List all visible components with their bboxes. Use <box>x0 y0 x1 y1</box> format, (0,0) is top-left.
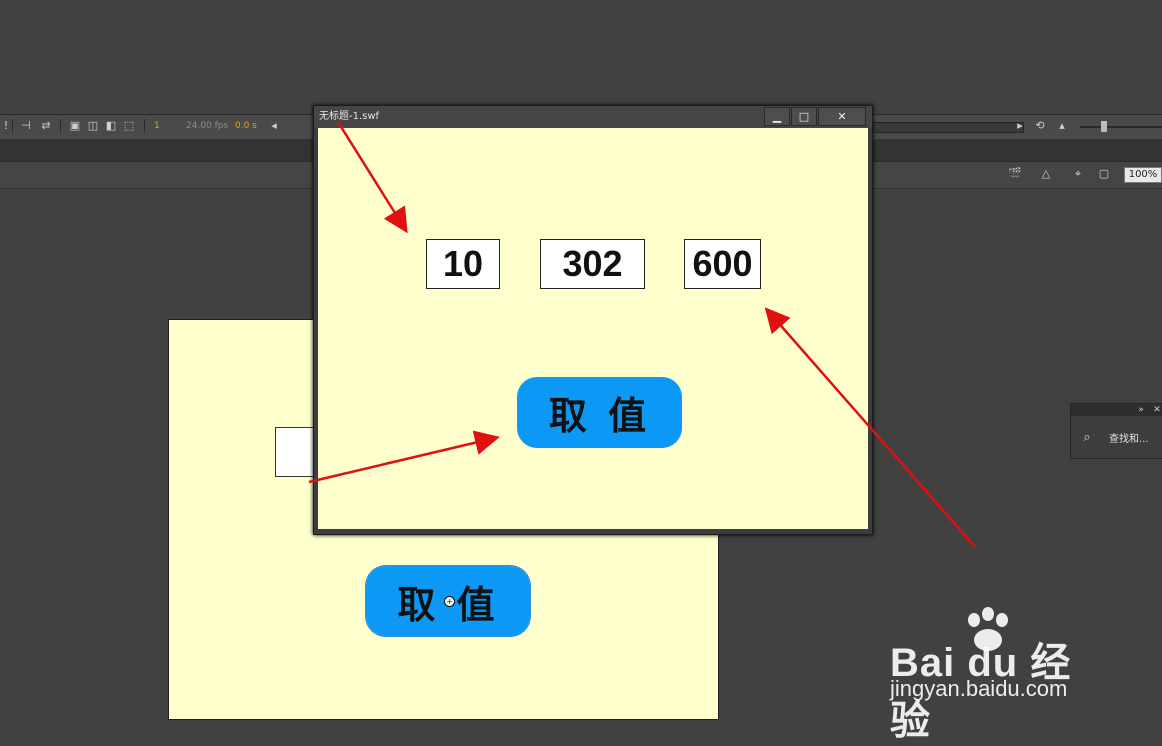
baidu-watermark: Bai du 经验 jingyan.baidu.com <box>890 604 1110 743</box>
close-button[interactable]: ✕ <box>818 107 866 126</box>
watermark-url: jingyan.baidu.com <box>890 676 1068 701</box>
find-replace-label[interactable]: 查找和... <box>1109 434 1149 446</box>
center-stage-icon[interactable]: ⌖ <box>1072 168 1084 180</box>
current-frame[interactable]: 1 <box>154 120 160 132</box>
swf-content: 10 302 600 取 值 <box>318 128 868 529</box>
scroll-right-icon[interactable]: ▸ <box>1014 120 1026 132</box>
swf-preview-window: 无标题-1.swf ▁ □ ✕ 10 302 600 取 值 <box>313 105 873 535</box>
value-field-1[interactable]: 10 <box>426 239 500 289</box>
window-title: 无标题-1.swf <box>319 111 380 122</box>
timeline-edge-icon[interactable]: ! <box>0 120 12 132</box>
registration-point-icon: + <box>444 596 455 607</box>
small-mountain-icon: ▴ <box>1059 119 1065 132</box>
get-value-button[interactable]: 取 值 <box>517 377 682 448</box>
timeline-scrollbar[interactable] <box>872 122 1024 133</box>
stage-get-value-button[interactable]: 取 值 + <box>365 565 531 637</box>
edit-multiple-frames-icon[interactable]: ◧ <box>105 120 117 132</box>
modify-markers-icon[interactable]: ⬚ <box>123 120 135 132</box>
refresh-icon[interactable]: ⟲ <box>1034 120 1046 132</box>
timeline-zoom-slider[interactable] <box>1080 126 1162 128</box>
loop-icon[interactable]: ⇄ <box>40 120 52 132</box>
close-icon[interactable]: ✕ <box>1151 404 1162 416</box>
clapper-icon[interactable]: 🎬 <box>1008 168 1022 180</box>
window-titlebar[interactable]: 无标题-1.swf ▁ □ ✕ <box>314 106 872 128</box>
panel-header[interactable]: » ✕ <box>1071 404 1162 416</box>
separator <box>144 119 145 133</box>
collapse-icon[interactable]: » <box>1135 404 1147 416</box>
find-panel: » ✕ ⌕ 查找和... <box>1070 403 1162 459</box>
zoom-field[interactable]: 100% <box>1124 167 1162 183</box>
separator <box>12 119 13 133</box>
maximize-button[interactable]: □ <box>791 107 817 126</box>
value-field-3[interactable]: 600 <box>684 239 761 289</box>
symbol-icon[interactable]: △ <box>1040 168 1052 180</box>
button-label: 取 值 <box>548 394 651 438</box>
onion-outline-icon[interactable]: ◫ <box>87 120 99 132</box>
minimize-button[interactable]: ▁ <box>764 107 790 126</box>
frame-rate[interactable]: 24.00 fps <box>186 120 228 132</box>
center-frame-icon[interactable]: ⊣ <box>20 120 32 132</box>
onion-skin-icon[interactable]: ▣ <box>69 120 81 132</box>
scroll-left-icon[interactable]: ◂ <box>268 120 280 132</box>
find-replace-icon[interactable]: ⌕ <box>1081 431 1093 444</box>
value-field-2[interactable]: 302 <box>540 239 645 289</box>
elapsed-time[interactable]: 0.0 s <box>235 120 257 132</box>
timeline-zoom-thumb[interactable] <box>1101 121 1107 132</box>
clip-content-icon[interactable]: ▢ <box>1098 168 1110 180</box>
separator <box>60 119 61 133</box>
